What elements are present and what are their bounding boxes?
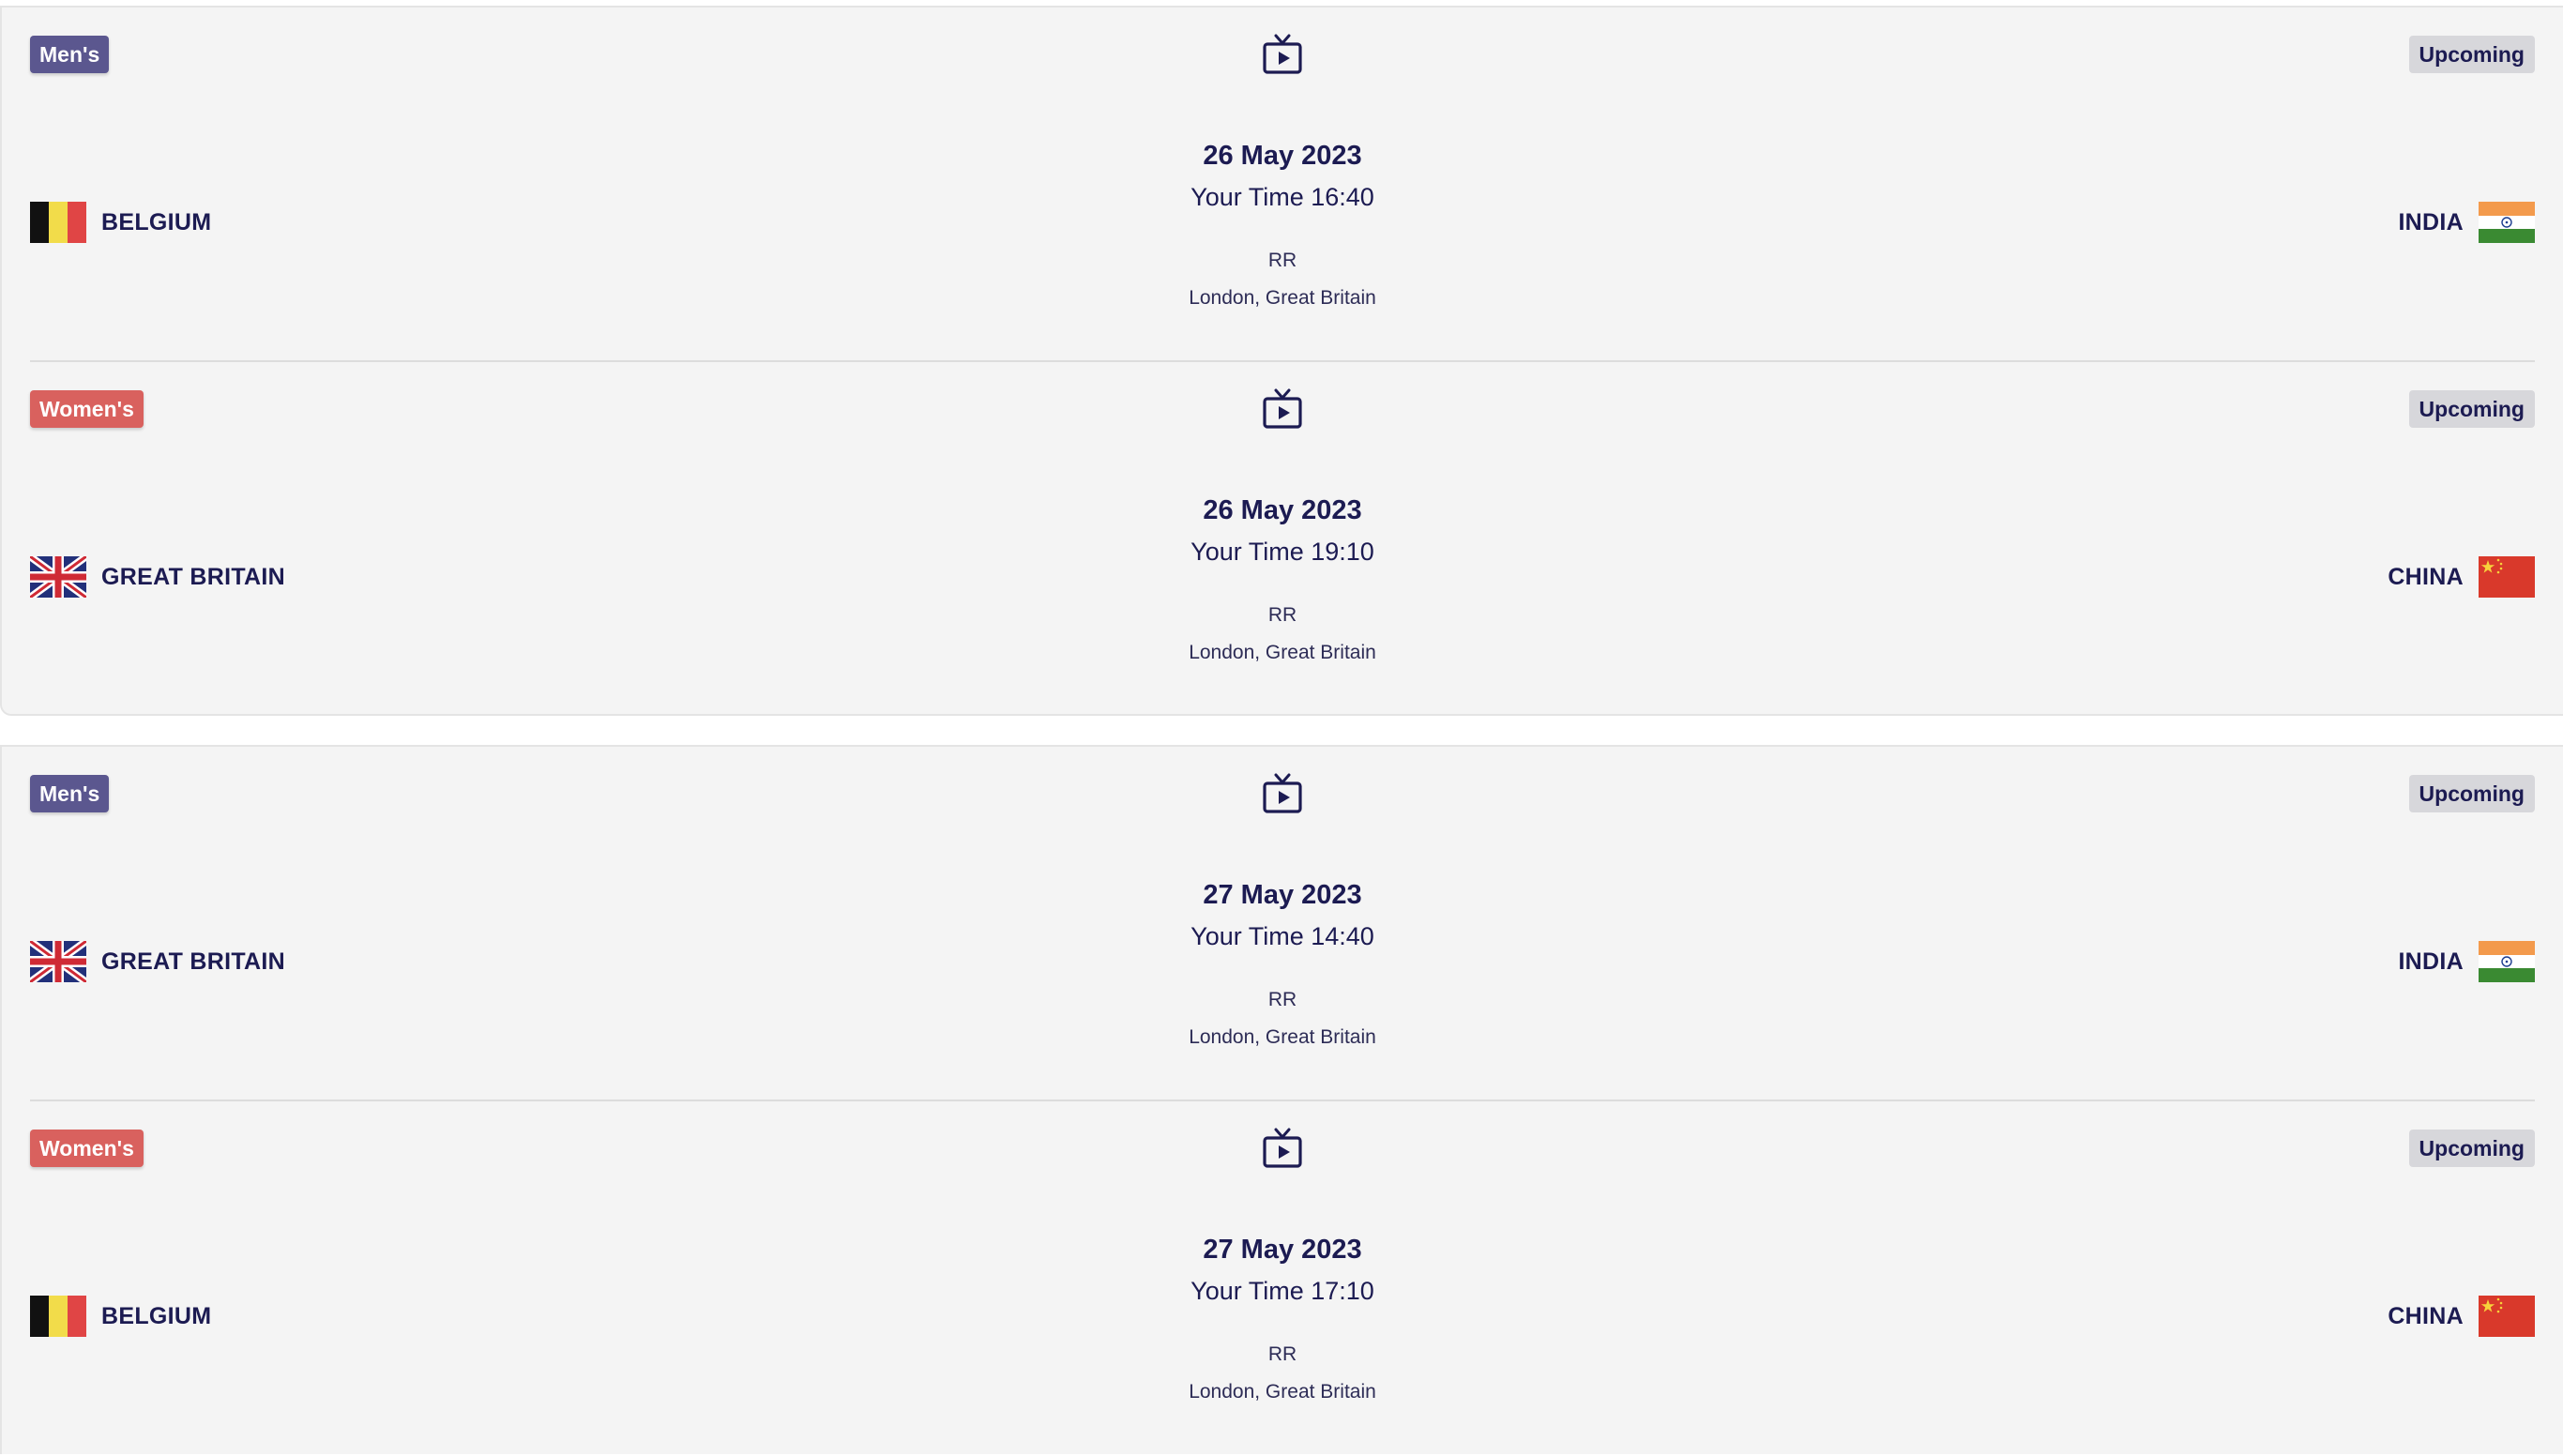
india-flag-icon [2479,941,2535,982]
match-time: Your Time 17:10 [1191,1277,1374,1305]
match-row[interactable]: Men's Upcoming BELGIUM 26 May 2023 Your … [30,8,2535,362]
match-time: Your Time 14:40 [1191,922,1374,950]
match-row[interactable]: Women's Upcoming BELGIUM 27 May 2023 You… [30,1101,2535,1456]
match-time: Your Time 19:10 [1191,538,1374,566]
match-info: 27 May 2023 Your Time 14:40 RR London, G… [954,874,1611,1051]
home-team-name: GREAT BRITAIN [101,563,286,590]
home-team[interactable]: GREAT BRITAIN [30,940,285,983]
belgium-flag-icon [30,202,86,243]
away-team-name: INDIA [2398,208,2464,235]
match-row[interactable]: Men's Upcoming GREAT BRITAIN 27 May 2023… [30,747,2535,1101]
match-info: 26 May 2023 Your Time 19:10 RR London, G… [954,490,1611,666]
away-team-name: INDIA [2398,948,2464,975]
tv-icon[interactable] [1261,34,1304,77]
tv-icon[interactable] [1261,1128,1304,1171]
match-round: RR [1267,989,1297,1010]
home-team-name: GREAT BRITAIN [101,948,286,975]
match-venue: London, Great Britain [1189,287,1376,309]
match-day-card: Men's Upcoming BELGIUM 26 May 2023 Your … [0,6,2563,716]
status-badge: Upcoming [2408,775,2535,812]
gender-badge: Women's [30,1130,144,1167]
away-team-name: CHINA [2388,563,2464,590]
home-team-name: BELGIUM [101,208,212,235]
match-row[interactable]: Women's Upcoming GREAT BRITAIN 26 May 20… [30,362,2535,717]
china-flag-icon [2479,1296,2535,1337]
home-team-name: BELGIUM [101,1302,212,1329]
match-venue: London, Great Britain [1189,1026,1376,1048]
match-date: 26 May 2023 [1203,141,1362,171]
home-team[interactable]: BELGIUM [30,1295,211,1338]
away-team[interactable]: INDIA [2398,940,2535,983]
great-britain-flag-icon [30,556,86,598]
gender-badge: Men's [30,36,110,73]
home-team[interactable]: GREAT BRITAIN [30,555,285,599]
home-team[interactable]: BELGIUM [30,201,211,244]
away-team-name: CHINA [2388,1302,2464,1329]
away-team[interactable]: CHINA [2388,555,2535,599]
china-flag-icon [2479,556,2535,598]
status-badge: Upcoming [2408,1130,2535,1167]
gender-badge: Men's [30,775,110,812]
match-time: Your Time 16:40 [1191,183,1374,211]
away-team[interactable]: INDIA [2398,201,2535,244]
gender-badge: Women's [30,390,144,428]
match-info: 26 May 2023 Your Time 16:40 RR London, G… [954,135,1611,311]
india-flag-icon [2479,202,2535,243]
status-badge: Upcoming [2408,390,2535,428]
match-venue: London, Great Britain [1189,1381,1376,1403]
match-info: 27 May 2023 Your Time 17:10 RR London, G… [954,1229,1611,1405]
match-venue: London, Great Britain [1189,642,1376,663]
status-badge: Upcoming [2408,36,2535,73]
match-round: RR [1267,250,1297,271]
belgium-flag-icon [30,1296,86,1337]
away-team[interactable]: CHINA [2388,1295,2535,1338]
match-date: 27 May 2023 [1203,880,1362,910]
match-date: 27 May 2023 [1203,1235,1362,1265]
great-britain-flag-icon [30,941,86,982]
match-date: 26 May 2023 [1203,495,1362,525]
match-round: RR [1267,1343,1297,1365]
match-day-card: Men's Upcoming GREAT BRITAIN 27 May 2023… [0,745,2563,1454]
tv-icon[interactable] [1261,388,1304,432]
tv-icon[interactable] [1261,773,1304,816]
match-round: RR [1267,604,1297,626]
